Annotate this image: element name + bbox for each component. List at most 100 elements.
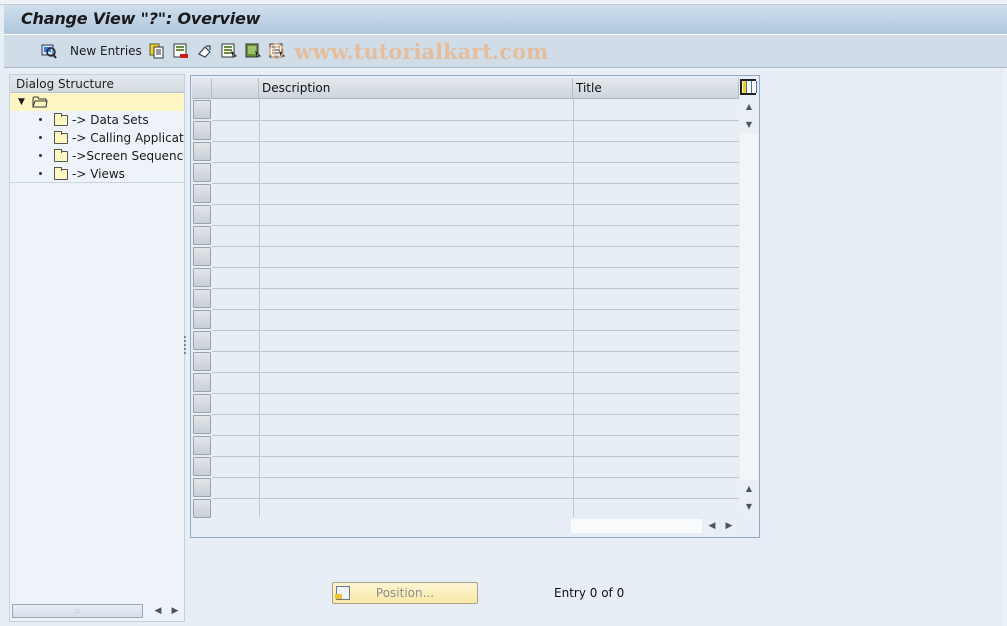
table-cell[interactable] bbox=[259, 225, 573, 246]
table-cell[interactable] bbox=[212, 267, 259, 288]
table-cell[interactable] bbox=[212, 498, 259, 519]
tree-item-views[interactable]: -> Views bbox=[10, 165, 184, 183]
display-change-icon[interactable] bbox=[41, 43, 57, 59]
table-cell[interactable] bbox=[212, 183, 259, 204]
new-entries-button[interactable]: New Entries bbox=[70, 44, 142, 58]
tree-item-screen-sequences[interactable]: ->Screen Sequences bbox=[10, 147, 184, 165]
table-cell[interactable] bbox=[573, 99, 739, 120]
table-cell[interactable] bbox=[259, 477, 573, 498]
table-cell[interactable] bbox=[212, 204, 259, 225]
table-cell[interactable] bbox=[212, 246, 259, 267]
table-cell[interactable] bbox=[259, 141, 573, 162]
table-cell[interactable] bbox=[573, 435, 739, 456]
row-selector[interactable] bbox=[193, 142, 211, 161]
column-header-description[interactable]: Description bbox=[259, 78, 573, 99]
tree-horizontal-scrollbar[interactable]: ::: bbox=[12, 604, 143, 618]
select-all-icon[interactable] bbox=[221, 43, 237, 59]
table-cell[interactable] bbox=[573, 498, 739, 519]
table-cell[interactable] bbox=[212, 393, 259, 414]
table-cell[interactable] bbox=[212, 309, 259, 330]
row-selector[interactable] bbox=[193, 478, 211, 497]
table-cell[interactable] bbox=[212, 225, 259, 246]
table-cell[interactable] bbox=[573, 414, 739, 435]
column-header-title[interactable]: Title bbox=[573, 78, 739, 99]
scroll-page-down-icon[interactable]: ▼ bbox=[740, 498, 758, 516]
table-cell[interactable] bbox=[212, 456, 259, 477]
row-selector[interactable] bbox=[193, 394, 211, 413]
row-selector[interactable] bbox=[193, 226, 211, 245]
scroll-up-icon[interactable]: ▲ bbox=[740, 98, 758, 116]
table-settings-icon[interactable] bbox=[740, 79, 757, 95]
table-cell[interactable] bbox=[573, 267, 739, 288]
table-cell[interactable] bbox=[573, 246, 739, 267]
select-block-icon[interactable] bbox=[245, 43, 261, 59]
table-cell[interactable] bbox=[573, 330, 739, 351]
position-button[interactable]: Position... bbox=[332, 582, 478, 604]
row-selector[interactable] bbox=[193, 499, 211, 518]
table-cell[interactable] bbox=[212, 414, 259, 435]
table-cell[interactable] bbox=[259, 99, 573, 120]
row-selector[interactable] bbox=[193, 310, 211, 329]
scroll-down-icon[interactable]: ▼ bbox=[740, 116, 758, 134]
table-cell[interactable] bbox=[573, 477, 739, 498]
row-selector[interactable] bbox=[193, 415, 211, 434]
table-cell[interactable] bbox=[573, 183, 739, 204]
table-cell[interactable] bbox=[573, 204, 739, 225]
row-selector[interactable] bbox=[193, 247, 211, 266]
table-cell[interactable] bbox=[259, 267, 573, 288]
row-selector[interactable] bbox=[193, 205, 211, 224]
scroll-page-up-icon[interactable]: ▲ bbox=[740, 480, 758, 498]
row-selector[interactable] bbox=[193, 184, 211, 203]
row-selector[interactable] bbox=[193, 121, 211, 140]
row-selector[interactable] bbox=[193, 457, 211, 476]
table-cell[interactable] bbox=[212, 351, 259, 372]
expand-triangle-icon[interactable]: ▼ bbox=[18, 93, 25, 111]
table-cell[interactable] bbox=[259, 414, 573, 435]
scroll-left-icon[interactable]: ◀ bbox=[705, 519, 719, 533]
undo-change-icon[interactable] bbox=[197, 43, 213, 59]
row-selector[interactable] bbox=[193, 100, 211, 119]
table-cell[interactable] bbox=[259, 393, 573, 414]
table-cell[interactable] bbox=[212, 372, 259, 393]
row-selector[interactable] bbox=[193, 289, 211, 308]
table-cell[interactable] bbox=[259, 183, 573, 204]
table-cell[interactable] bbox=[259, 309, 573, 330]
table-cell[interactable] bbox=[259, 162, 573, 183]
table-horizontal-scrollbar[interactable] bbox=[571, 519, 702, 533]
table-cell[interactable] bbox=[259, 246, 573, 267]
row-selector[interactable] bbox=[193, 331, 211, 350]
scroll-right-icon[interactable]: ▶ bbox=[722, 519, 736, 533]
table-cell[interactable] bbox=[573, 141, 739, 162]
row-selector[interactable] bbox=[193, 373, 211, 392]
tree-item-calling-application[interactable]: -> Calling Application bbox=[10, 129, 184, 147]
panel-splitter[interactable] bbox=[184, 336, 187, 354]
table-cell[interactable] bbox=[212, 435, 259, 456]
table-cell[interactable] bbox=[573, 393, 739, 414]
tree-item-data-sets[interactable]: -> Data Sets bbox=[10, 111, 184, 129]
table-cell[interactable] bbox=[259, 456, 573, 477]
table-cell[interactable] bbox=[259, 372, 573, 393]
table-cell[interactable] bbox=[573, 351, 739, 372]
table-cell[interactable] bbox=[573, 309, 739, 330]
table-cell[interactable] bbox=[212, 162, 259, 183]
delete-icon[interactable] bbox=[173, 43, 189, 59]
table-cell[interactable] bbox=[212, 120, 259, 141]
table-cell[interactable] bbox=[259, 351, 573, 372]
row-selector[interactable] bbox=[193, 163, 211, 182]
table-cell[interactable] bbox=[573, 288, 739, 309]
table-cell[interactable] bbox=[573, 162, 739, 183]
table-cell[interactable] bbox=[573, 372, 739, 393]
table-cell[interactable] bbox=[212, 141, 259, 162]
table-cell[interactable] bbox=[259, 204, 573, 225]
table-cell[interactable] bbox=[212, 288, 259, 309]
scroll-left-icon[interactable]: ◀ bbox=[151, 604, 165, 618]
select-all-rows-header[interactable] bbox=[192, 78, 212, 99]
tree-root-node[interactable]: ▼ bbox=[10, 93, 184, 111]
table-cell[interactable] bbox=[212, 330, 259, 351]
table-cell[interactable] bbox=[259, 330, 573, 351]
table-cell[interactable] bbox=[573, 456, 739, 477]
column-header-key[interactable] bbox=[212, 78, 259, 99]
row-selector[interactable] bbox=[193, 352, 211, 371]
copy-icon[interactable] bbox=[149, 43, 165, 59]
table-vertical-scrollbar[interactable]: ▲ ▼ ▲ ▼ bbox=[740, 98, 758, 516]
